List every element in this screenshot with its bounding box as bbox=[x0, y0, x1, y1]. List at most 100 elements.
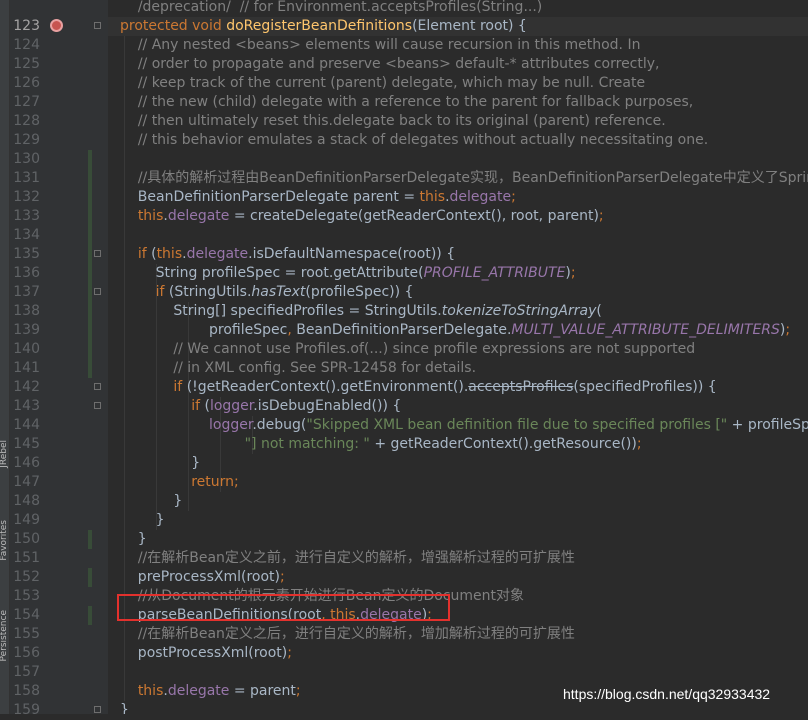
gutter-row[interactable]: 153 bbox=[10, 587, 108, 606]
gutter-row[interactable]: 125 bbox=[10, 55, 108, 74]
fold-marker-icon[interactable] bbox=[94, 250, 101, 257]
gutter-row[interactable]: 126 bbox=[10, 74, 108, 93]
code-line: // Any nested <beans> elements will caus… bbox=[120, 36, 641, 55]
gutter-row[interactable]: 157 bbox=[10, 663, 108, 682]
code-token: // keep track of the current (parent) de… bbox=[137, 75, 646, 91]
gutter-row[interactable]: 151 bbox=[10, 549, 108, 568]
tool-window-strip: JRebel Favorites Persistence bbox=[0, 0, 10, 714]
line-number: 154 bbox=[13, 607, 40, 623]
code-line: // then ultimately reset this.delegate b… bbox=[120, 112, 666, 131]
gutter-row[interactable]: 139 bbox=[10, 321, 108, 340]
line-number: 152 bbox=[13, 569, 40, 585]
code-token: (Element root) { bbox=[412, 18, 527, 34]
gutter-row[interactable]: 128 bbox=[10, 112, 108, 131]
code-token: //在解析Bean定义之后，进行自定义的解析，增加解析过程的可扩展性 bbox=[137, 626, 575, 642]
gutter-row[interactable]: 148 bbox=[10, 492, 108, 511]
gutter-row[interactable]: 147 bbox=[10, 473, 108, 492]
gutter-row[interactable]: 146 bbox=[10, 454, 108, 473]
code-line: BeanDefinitionParserDelegate parent = th… bbox=[120, 188, 516, 207]
gutter-row[interactable]: 158 bbox=[10, 682, 108, 701]
gutter-row[interactable]: 129 bbox=[10, 131, 108, 150]
gutter-row[interactable]: 135 bbox=[10, 245, 108, 264]
line-number: 142 bbox=[13, 379, 40, 395]
gutter-row[interactable]: 156 bbox=[10, 644, 108, 663]
code-token: if bbox=[137, 246, 152, 262]
code-token: /deprecation/ // for Environment.accepts… bbox=[137, 0, 543, 15]
gutter-row[interactable]: 140 bbox=[10, 340, 108, 359]
gutter-row[interactable]: 134 bbox=[10, 226, 108, 245]
favorites-tab[interactable]: Favorites bbox=[0, 520, 9, 561]
vcs-change-marker[interactable] bbox=[88, 568, 92, 587]
line-number: 145 bbox=[13, 436, 40, 452]
vcs-change-marker[interactable] bbox=[88, 530, 92, 549]
persistence-tab[interactable]: Persistence bbox=[0, 610, 9, 661]
line-number: 139 bbox=[13, 322, 40, 338]
gutter-row[interactable]: 150 bbox=[10, 530, 108, 549]
line-number: 150 bbox=[13, 531, 40, 547]
line-number: 157 bbox=[13, 664, 40, 680]
gutter-row[interactable]: 137 bbox=[10, 283, 108, 302]
code-token: delegate bbox=[449, 189, 512, 205]
code-token: acceptsProfiles bbox=[468, 379, 574, 395]
gutter-row[interactable] bbox=[10, 0, 108, 17]
line-number: 143 bbox=[13, 398, 40, 414]
code-line: //具体的解析过程由BeanDefinitionParserDelegate实现… bbox=[120, 169, 808, 188]
code-line: String[] specifiedProfiles = StringUtils… bbox=[120, 302, 601, 321]
code-token: ; bbox=[598, 208, 604, 224]
code-token: // We cannot use Profiles.of(...) since … bbox=[173, 341, 696, 357]
code-line: String profileSpec = root.getAttribute(P… bbox=[120, 264, 576, 283]
code-token: // in XML config. See SPR-12458 for deta… bbox=[173, 360, 477, 376]
gutter-row[interactable]: 142 bbox=[10, 378, 108, 397]
gutter-row[interactable]: 131 bbox=[10, 169, 108, 188]
code-token: // this behavior emulates a stack of del… bbox=[137, 132, 709, 148]
gutter-row[interactable]: 141 bbox=[10, 359, 108, 378]
vcs-change-marker[interactable] bbox=[88, 150, 92, 378]
editor-gutter[interactable]: 123 124 125 126 127 128 129 130 131 132 133 134 135 1… bbox=[10, 0, 108, 718]
gutter-row[interactable]: 132 bbox=[10, 188, 108, 207]
fold-marker-icon[interactable] bbox=[94, 383, 101, 390]
vcs-change-marker[interactable] bbox=[88, 606, 92, 625]
code-token: BeanDefinitionParserDelegate parent = bbox=[120, 189, 420, 205]
fold-marker-icon[interactable] bbox=[94, 402, 101, 409]
line-number: 144 bbox=[13, 417, 40, 433]
gutter-row[interactable]: 155 bbox=[10, 625, 108, 644]
fold-marker-icon[interactable] bbox=[94, 22, 101, 29]
breakpoint-icon[interactable] bbox=[50, 19, 63, 32]
gutter-row[interactable]: 145 bbox=[10, 435, 108, 454]
code-line: this.delegate = createDelegate(getReader… bbox=[120, 207, 604, 226]
code-token: ; bbox=[636, 436, 642, 452]
fold-marker-icon[interactable] bbox=[94, 288, 101, 295]
gutter-row[interactable]: 154 bbox=[10, 606, 108, 625]
code-line: //在解析Bean定义之后，进行自定义的解析，增加解析过程的可扩展性 bbox=[120, 625, 575, 644]
code-token: = parent bbox=[229, 683, 296, 699]
gutter-row[interactable]: 144 bbox=[10, 416, 108, 435]
code-token: tokenizeToStringArray bbox=[441, 303, 597, 319]
gutter-row[interactable]: 149 bbox=[10, 511, 108, 530]
code-token: ; bbox=[279, 569, 285, 585]
gutter-row[interactable]: 136 bbox=[10, 264, 108, 283]
gutter-row[interactable]: 133 bbox=[10, 207, 108, 226]
gutter-row[interactable]: 127 bbox=[10, 93, 108, 112]
code-line: logger.debug("Skipped XML bean definitio… bbox=[120, 416, 808, 435]
gutter-row[interactable]: 143 bbox=[10, 397, 108, 416]
gutter-row[interactable]: 123 bbox=[10, 17, 108, 36]
line-number: 126 bbox=[13, 75, 40, 91]
code-token: .debug( bbox=[252, 417, 307, 433]
gutter-row[interactable]: 130 bbox=[10, 150, 108, 169]
line-number: 158 bbox=[13, 683, 40, 699]
code-token: } bbox=[120, 512, 165, 528]
gutter-row[interactable]: 124 bbox=[10, 36, 108, 55]
jrebel-tab[interactable]: JRebel bbox=[0, 440, 9, 468]
gutter-row[interactable]: 138 bbox=[10, 302, 108, 321]
code-token: this bbox=[137, 683, 164, 699]
gutter-row[interactable]: 159 bbox=[10, 701, 108, 720]
gutter-row[interactable]: 152 bbox=[10, 568, 108, 587]
fold-marker-icon[interactable] bbox=[94, 706, 101, 713]
code-token: void bbox=[192, 18, 227, 34]
code-token: postProcessXml(root) bbox=[120, 645, 288, 661]
line-number: 146 bbox=[13, 455, 40, 471]
